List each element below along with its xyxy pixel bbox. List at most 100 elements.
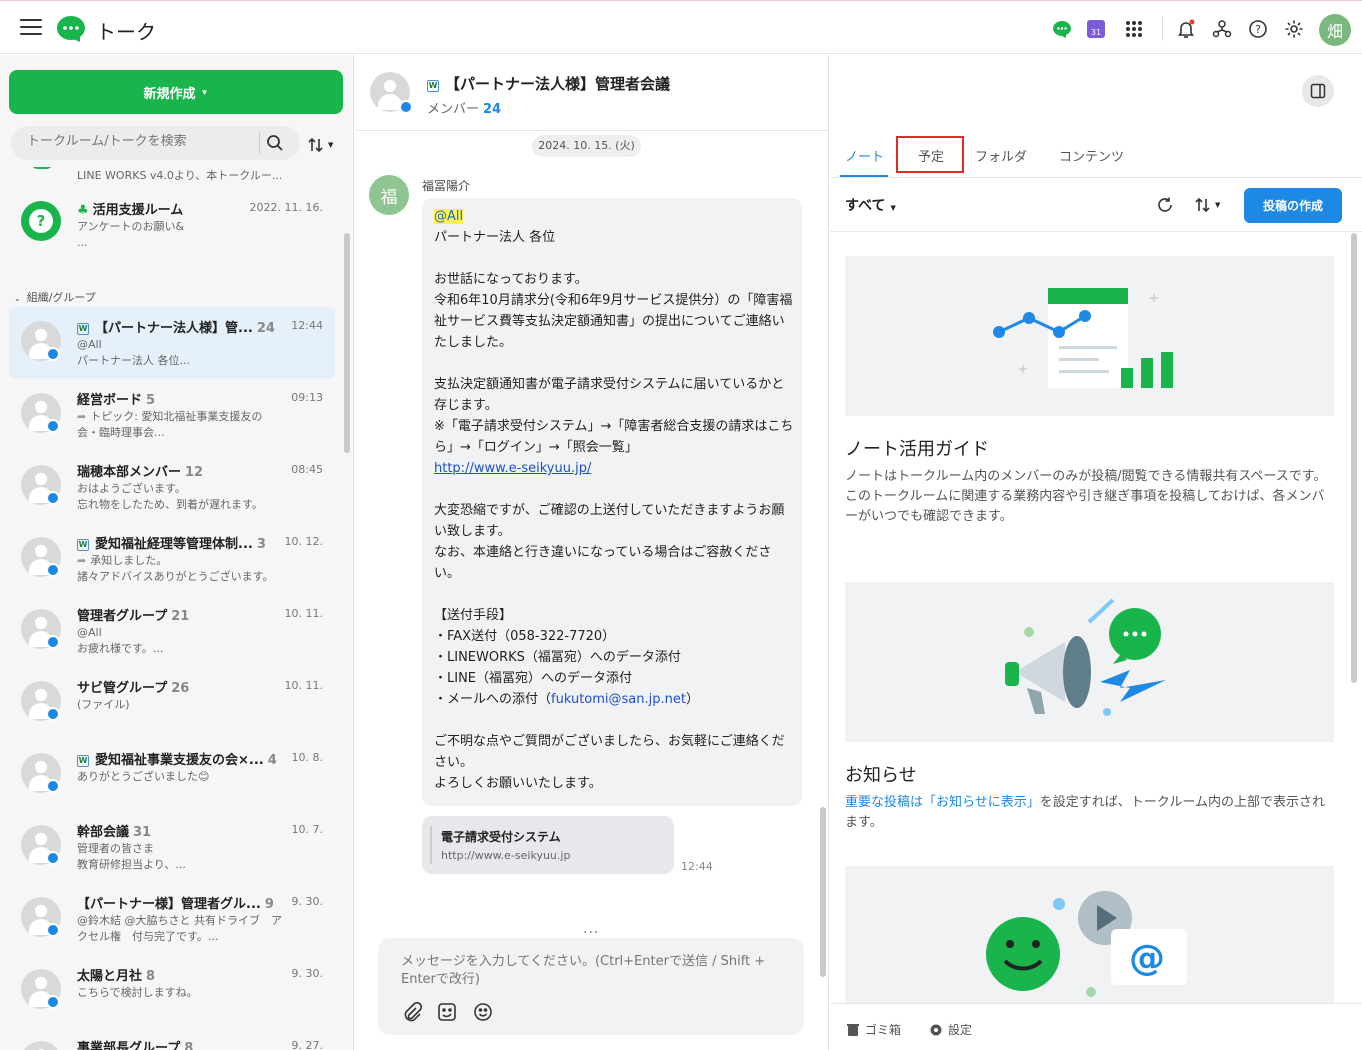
bell-icon[interactable] bbox=[1175, 18, 1197, 40]
mention[interactable]: @All bbox=[434, 209, 464, 224]
list-item[interactable]: 管理者グループ 21 10. 11. @All お疲れ様です。... bbox=[9, 595, 335, 667]
room-name: 管理者グループ 21 bbox=[77, 609, 190, 624]
apps-grid-icon[interactable] bbox=[1123, 18, 1145, 40]
new-create-label: 新規作成 bbox=[143, 85, 196, 101]
tab-contents[interactable]: コンテンツ bbox=[1059, 146, 1124, 165]
sender-avatar[interactable]: 福 bbox=[369, 175, 409, 215]
sort-button[interactable]: ▼ bbox=[1194, 196, 1220, 214]
sender-name[interactable]: 福冨陽介 bbox=[422, 177, 470, 194]
notice-link[interactable]: 重要な投稿は「お知らせに表示」 bbox=[845, 795, 1040, 810]
room-name: 瑞穂本部メンバー 12 bbox=[77, 465, 204, 480]
sticker-icon[interactable] bbox=[436, 1001, 458, 1023]
chevron-down-icon: ⌄ bbox=[14, 294, 21, 303]
room-name: W 愛知福祉事業支援友の会×... 4 bbox=[77, 753, 277, 768]
line-works-logo bbox=[57, 16, 85, 42]
caret-down-icon: ▼ bbox=[1215, 201, 1221, 209]
search-icon[interactable] bbox=[266, 134, 284, 152]
list-item[interactable]: 瑞穂本部メンバー 12 08:45 おはようございます。 忘れ物をしたため、到着が遅れま… bbox=[9, 451, 335, 523]
member-count[interactable]: メンバー 24 bbox=[427, 98, 501, 117]
create-post-button[interactable]: 投稿の作成 bbox=[1244, 188, 1342, 223]
message-time: 12:44 bbox=[681, 860, 713, 873]
list-item[interactable]: 事業部長グループ 8 9. 27. bbox=[9, 1027, 335, 1050]
caret-down-icon: ▼ bbox=[890, 204, 896, 212]
refresh-icon[interactable] bbox=[1156, 196, 1174, 214]
message-text: @All パートナー法人 各位 お世話になっております。 令和6年10月請求分(… bbox=[434, 209, 794, 791]
gear-icon[interactable] bbox=[1283, 18, 1305, 40]
link-preview-card[interactable]: 電子請求受付システム http://www.e-seikyuu.jp bbox=[422, 816, 674, 874]
search-box[interactable] bbox=[11, 126, 300, 160]
trash-button[interactable]: ゴミ箱 bbox=[846, 1021, 901, 1038]
section-header-groups[interactable]: ⌄ 組織/グループ bbox=[14, 289, 96, 305]
room-name: 太陽と月社 8 bbox=[77, 969, 156, 984]
group-badge-icon bbox=[46, 419, 60, 433]
message-link[interactable]: http://www.e-seikyuu.jp/ bbox=[434, 461, 591, 476]
link-bar bbox=[430, 826, 432, 864]
group-badge-icon bbox=[46, 563, 60, 577]
member-count: 26 bbox=[171, 681, 190, 696]
organization-icon[interactable] bbox=[1211, 18, 1233, 40]
sort-icon bbox=[1195, 197, 1210, 213]
attachment-icon[interactable] bbox=[401, 1001, 423, 1023]
list-item-support-room[interactable]: ? ♣ 活用支援ルーム 2022. 11. 16. アンケートのお願い&... bbox=[9, 189, 335, 261]
panel-toggle-icon[interactable] bbox=[1302, 75, 1334, 107]
group-badge-icon bbox=[46, 707, 60, 721]
room-time: 9. 30. bbox=[291, 895, 324, 908]
emoji-icon[interactable] bbox=[472, 1001, 494, 1023]
list-item[interactable]: W 【パートナー法人様】管... 24 12:44 @All パートナー法人 各位... bbox=[9, 307, 335, 379]
help-icon[interactable]: ? bbox=[1247, 18, 1269, 40]
room-preview: おはようございます。 忘れ物をしたため、到着が遅れます。 bbox=[77, 482, 263, 511]
filter-dropdown[interactable]: すべて ▼ bbox=[845, 195, 896, 215]
scrollbar[interactable] bbox=[344, 233, 350, 453]
menu-icon[interactable] bbox=[20, 19, 42, 37]
scrollbar[interactable] bbox=[820, 807, 826, 977]
list-item-preview: LINE WORKS v4.0より、本トークルー... bbox=[77, 169, 283, 182]
notice-illustration bbox=[845, 582, 1334, 742]
guide-description: ノートはトークルーム内のメンバーのみが投稿/閲覧できる情報共有スペースです。 こ… bbox=[845, 469, 1327, 524]
room-name: W 【パートナー法人様】管... 24 bbox=[77, 321, 275, 336]
room-time: 10. 11. bbox=[284, 679, 323, 692]
panel-footer: ゴミ箱 設定 bbox=[830, 1003, 1362, 1050]
search-input[interactable] bbox=[27, 134, 247, 149]
list-item[interactable]: 【パートナー様】管理者グル... 9 9. 30. @鈴木結 @大脇ちさと 共有ドライ… bbox=[9, 883, 335, 955]
member-count: 12 bbox=[185, 465, 204, 480]
works-icon: W bbox=[77, 755, 89, 767]
group-badge-icon bbox=[46, 491, 60, 505]
room-preview: ➦ トピック: 愛知北福祉事業支援友の 会・臨時理事会... bbox=[77, 410, 263, 439]
scrollbar[interactable] bbox=[1351, 233, 1357, 683]
sort-button[interactable]: ▼ bbox=[307, 134, 341, 156]
calendar-icon[interactable]: 31 bbox=[1085, 18, 1107, 40]
message-bubble[interactable]: @All パートナー法人 各位 お世話になっております。 令和6年10月請求分(… bbox=[422, 198, 802, 806]
app-title: トーク bbox=[96, 20, 156, 44]
room-name: 事業部長グループ 8 bbox=[77, 1037, 193, 1050]
room-time: 2022. 11. 16. bbox=[249, 201, 323, 214]
talk-icon[interactable] bbox=[1051, 18, 1073, 40]
list-item[interactable]: W 愛知福祉事業支援友の会×... 4 10. 8. ありがとうございました😊 bbox=[9, 739, 335, 811]
top-bar: トーク 31 ? 畑 bbox=[0, 2, 1362, 54]
group-badge-icon bbox=[399, 100, 413, 114]
message-input[interactable] bbox=[401, 953, 781, 993]
room-preview: @鈴木結 @大脇ちさと 共有ドライブ アクセル権 付与完了です。... bbox=[77, 914, 282, 943]
tab-note[interactable]: ノート bbox=[845, 146, 884, 165]
list-item[interactable]: サビ管グループ 26 10. 11. (ファイル) bbox=[9, 667, 335, 739]
member-count: 8 bbox=[146, 969, 156, 984]
list-item[interactable]: 太陽と月社 8 9. 30. こちらで検討しますね。 bbox=[9, 955, 335, 1027]
room-time: 09:13 bbox=[291, 391, 323, 404]
talk-list-sidebar: 新規作成 ▼ ▼ LINE WORKS v4.0より、本トークルー... ? ♣活… bbox=[0, 55, 354, 1050]
svg-text:@: @ bbox=[1129, 938, 1165, 979]
room-time: 9. 30. bbox=[291, 967, 324, 980]
group-badge-icon bbox=[46, 347, 60, 361]
group-badge-icon bbox=[46, 923, 60, 937]
group-badge-icon bbox=[46, 851, 60, 865]
list-item[interactable]: 経営ボード 5 09:13 ➦ トピック: 愛知北福祉事業支援友の 会・臨時理事会... bbox=[9, 379, 335, 451]
chat-pane: W 【パートナー法人様】管理者会議 メンバー 24 2024. 10. 15. (火… bbox=[355, 55, 1277, 1050]
settings-button[interactable]: 設定 bbox=[929, 1021, 972, 1038]
new-create-button[interactable]: 新規作成 ▼ bbox=[9, 70, 343, 114]
email-link[interactable]: fukutomi@san.jp.net bbox=[551, 692, 686, 707]
list-item[interactable]: 幹部会議 31 10. 7. 管理者の皆さま 教育研修担当より、... bbox=[9, 811, 335, 883]
divider bbox=[1162, 17, 1163, 41]
list-item[interactable]: W 愛知福祉経理等管理体制... 3 10. 12. ➦ 承知しました。 諸々アドバイスあり… bbox=[9, 523, 335, 595]
user-avatar[interactable]: 畑 bbox=[1319, 14, 1351, 46]
chat-title: W 【パートナー法人様】管理者会議 bbox=[427, 75, 671, 93]
tab-folder[interactable]: フォルダ bbox=[975, 146, 1027, 165]
calendar-day: 31 bbox=[1087, 20, 1105, 38]
